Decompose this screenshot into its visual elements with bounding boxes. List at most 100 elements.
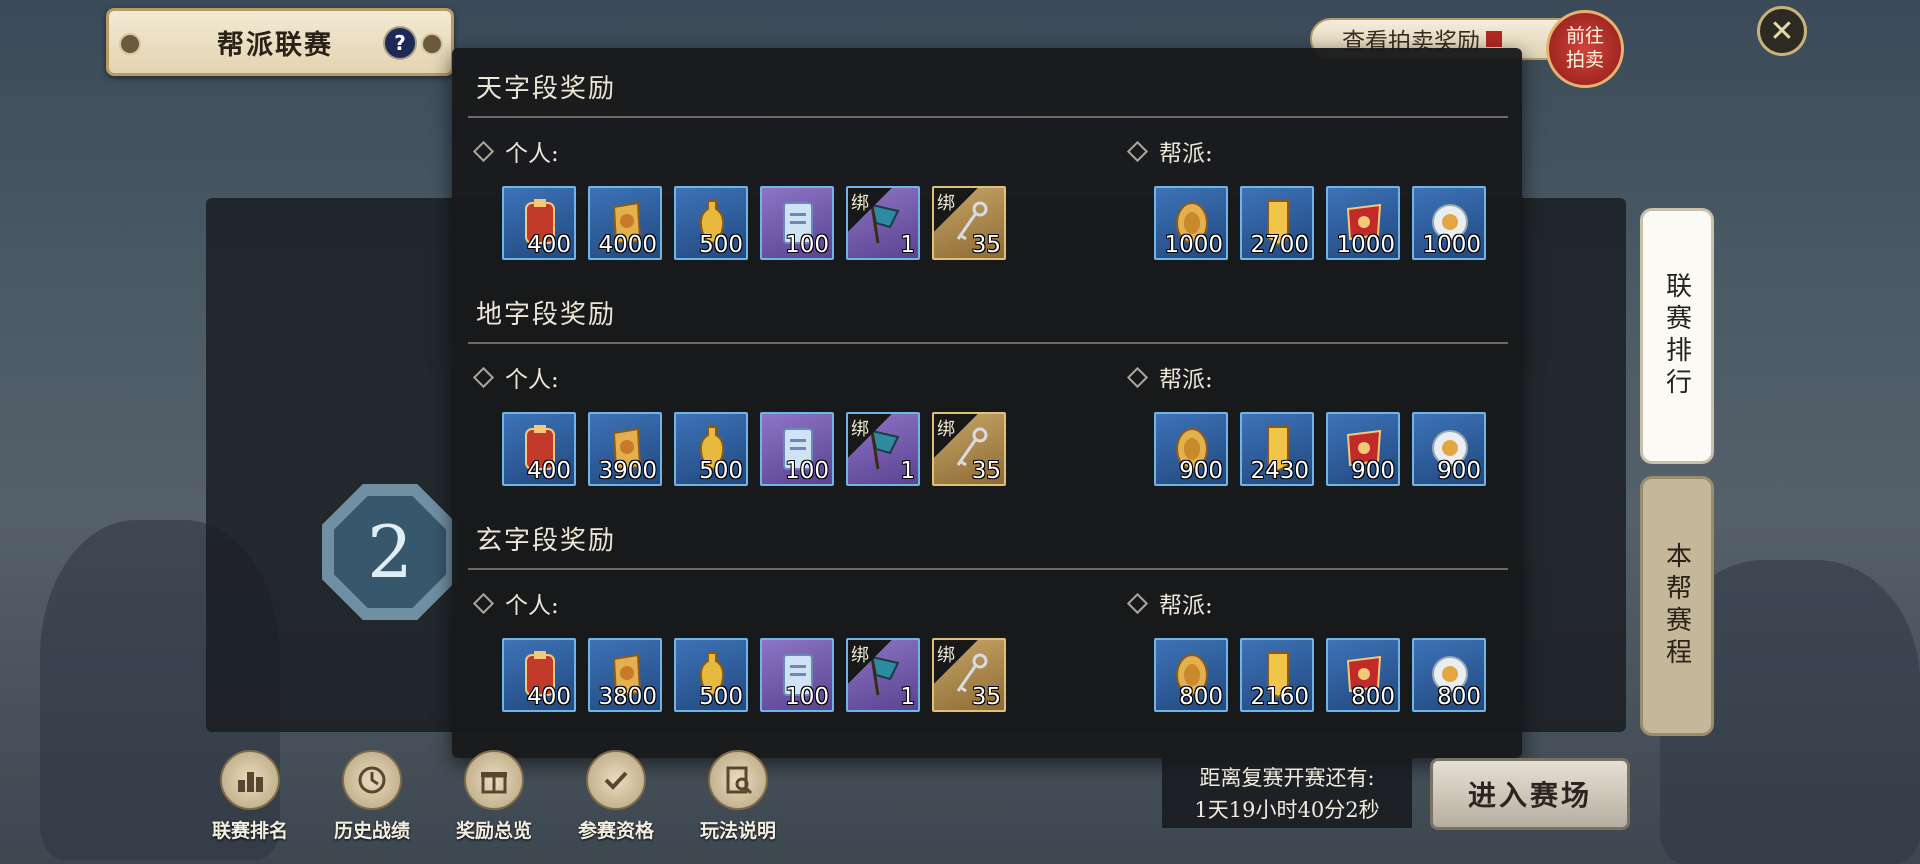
reward-item[interactable]: 绑1 bbox=[846, 638, 920, 712]
item-quantity: 35 bbox=[971, 232, 1001, 258]
ornament-right-icon bbox=[421, 33, 443, 55]
guild-reward-label-text: 帮派: bbox=[1159, 593, 1213, 619]
personal-reward-label: 个人: bbox=[472, 360, 559, 394]
reward-item[interactable]: 900 bbox=[1154, 412, 1228, 486]
bottom-button-label: 奖励总览 bbox=[455, 820, 532, 842]
ornament-left-icon bbox=[119, 33, 141, 55]
page-title-plate: 帮派联赛 ? bbox=[106, 8, 454, 76]
guild-reward-label-text: 帮派: bbox=[1159, 367, 1213, 393]
bound-corner-tag: 绑 bbox=[934, 640, 978, 684]
bottom-button-qualification[interactable]: 参赛资格 bbox=[566, 750, 666, 843]
reward-item[interactable]: 100 bbox=[760, 186, 834, 260]
bound-corner-tag: 绑 bbox=[934, 414, 978, 458]
bound-tag-text: 绑 bbox=[937, 419, 955, 440]
go-to-auction-button[interactable]: 前往 拍卖 bbox=[1546, 10, 1624, 88]
reward-item[interactable]: 绑 35 bbox=[932, 186, 1006, 260]
bound-tag-text: 绑 bbox=[937, 645, 955, 666]
reward-item[interactable]: 绑1 bbox=[846, 186, 920, 260]
reward-item[interactable]: 绑1 bbox=[846, 412, 920, 486]
diamond-bullet-icon bbox=[472, 140, 495, 162]
reward-item[interactable]: 800 bbox=[1412, 638, 1486, 712]
reward-item[interactable]: 800 bbox=[1326, 638, 1400, 712]
close-icon: ✕ bbox=[1769, 13, 1795, 49]
personal-reward-label: 个人: bbox=[472, 586, 559, 620]
help-button[interactable]: ? bbox=[383, 26, 417, 60]
tier-title: 地字段奖励 bbox=[476, 300, 617, 330]
reward-item[interactable]: 1000 bbox=[1326, 186, 1400, 260]
enter-arena-button[interactable]: 进入赛场 bbox=[1430, 758, 1630, 830]
seal-icon bbox=[1486, 31, 1502, 47]
reward-tier: 天字段奖励 个人: 400 4000 500 100 绑 1 绑 35 帮派: 1000 2700 100… bbox=[452, 48, 1522, 274]
item-quantity: 1 bbox=[900, 232, 915, 258]
reward-item[interactable]: 100 bbox=[760, 412, 834, 486]
reward-item[interactable]: 500 bbox=[674, 186, 748, 260]
reward-item[interactable]: 3800 bbox=[588, 638, 662, 712]
item-quantity: 800 bbox=[1351, 684, 1395, 710]
reward-item[interactable]: 900 bbox=[1412, 412, 1486, 486]
tier-title: 天字段奖励 bbox=[476, 74, 617, 104]
reward-item[interactable]: 400 bbox=[502, 412, 576, 486]
bound-corner-tag: 绑 bbox=[848, 640, 892, 684]
item-quantity: 400 bbox=[527, 232, 571, 258]
personal-reward-label-text: 个人: bbox=[505, 593, 559, 619]
reward-item[interactable]: 1000 bbox=[1154, 186, 1228, 260]
bottom-button-ranking[interactable]: 联赛排名 bbox=[200, 750, 300, 843]
reward-item[interactable]: 900 bbox=[1326, 412, 1400, 486]
item-quantity: 500 bbox=[699, 458, 743, 484]
item-quantity: 2430 bbox=[1250, 458, 1309, 484]
bound-tag-text: 绑 bbox=[851, 419, 869, 440]
reward-item[interactable]: 400 bbox=[502, 186, 576, 260]
bound-corner-tag: 绑 bbox=[848, 414, 892, 458]
personal-reward-label-text: 个人: bbox=[505, 367, 559, 393]
item-quantity: 100 bbox=[785, 458, 829, 484]
item-quantity: 500 bbox=[699, 232, 743, 258]
reward-item[interactable]: 1000 bbox=[1412, 186, 1486, 260]
item-quantity: 3800 bbox=[598, 684, 657, 710]
close-button[interactable]: ✕ bbox=[1757, 6, 1807, 56]
bound-tag-text: 绑 bbox=[851, 645, 869, 666]
reward-item[interactable]: 2160 bbox=[1240, 638, 1314, 712]
reward-item[interactable]: 2700 bbox=[1240, 186, 1314, 260]
reward-item[interactable]: 800 bbox=[1154, 638, 1228, 712]
reward-item[interactable]: 绑 35 bbox=[932, 638, 1006, 712]
item-quantity: 800 bbox=[1437, 684, 1481, 710]
bottom-button-label: 玩法说明 bbox=[699, 820, 776, 842]
divider bbox=[468, 116, 1508, 118]
guild-reward-items: 900 2430 900 900 bbox=[1154, 412, 1486, 486]
item-quantity: 100 bbox=[785, 232, 829, 258]
tab-guild-schedule[interactable]: 本帮赛程 bbox=[1640, 476, 1714, 736]
personal-reward-items: 400 3900 500 100 绑 1 绑 35 bbox=[502, 412, 1006, 486]
reward-item[interactable]: 绑 35 bbox=[932, 412, 1006, 486]
reward-item[interactable]: 3900 bbox=[588, 412, 662, 486]
rules-icon bbox=[708, 750, 768, 810]
reward-item[interactable]: 500 bbox=[674, 638, 748, 712]
item-quantity: 1 bbox=[900, 458, 915, 484]
reward-item[interactable]: 2430 bbox=[1240, 412, 1314, 486]
qualification-icon bbox=[586, 750, 646, 810]
rewards-overview-modal: 天字段奖励 个人: 400 4000 500 100 绑 1 绑 35 帮派: 1000 2700 100… bbox=[452, 48, 1522, 758]
personal-reward-items: 400 4000 500 100 绑 1 绑 35 bbox=[502, 186, 1006, 260]
bound-corner-tag: 绑 bbox=[934, 188, 978, 232]
countdown-box: 距离复赛开赛还有: 1天19小时40分2秒 bbox=[1162, 758, 1412, 828]
bottom-button-gift[interactable]: 奖励总览 bbox=[444, 750, 544, 843]
reward-item[interactable]: 500 bbox=[674, 412, 748, 486]
item-quantity: 400 bbox=[527, 684, 571, 710]
item-quantity: 900 bbox=[1179, 458, 1223, 484]
personal-reward-label: 个人: bbox=[472, 134, 559, 168]
reward-item[interactable]: 100 bbox=[760, 638, 834, 712]
bottom-button-rules[interactable]: 玩法说明 bbox=[688, 750, 788, 843]
bottom-button-history[interactable]: 历史战绩 bbox=[322, 750, 422, 843]
guild-reward-label: 帮派: bbox=[1126, 360, 1213, 394]
item-quantity: 1000 bbox=[1422, 232, 1481, 258]
guild-reward-label: 帮派: bbox=[1126, 586, 1213, 620]
diamond-bullet-icon bbox=[1126, 592, 1149, 614]
item-quantity: 400 bbox=[527, 458, 571, 484]
tab-league-ranking[interactable]: 联赛排行 bbox=[1640, 208, 1714, 464]
item-quantity: 1000 bbox=[1336, 232, 1395, 258]
reward-item[interactable]: 4000 bbox=[588, 186, 662, 260]
reward-item[interactable]: 400 bbox=[502, 638, 576, 712]
divider bbox=[468, 342, 1508, 344]
countdown-value: 1天19小时40分2秒 bbox=[1194, 798, 1380, 822]
history-icon bbox=[342, 750, 402, 810]
go-to-auction-label: 前往 拍卖 bbox=[1565, 25, 1604, 71]
